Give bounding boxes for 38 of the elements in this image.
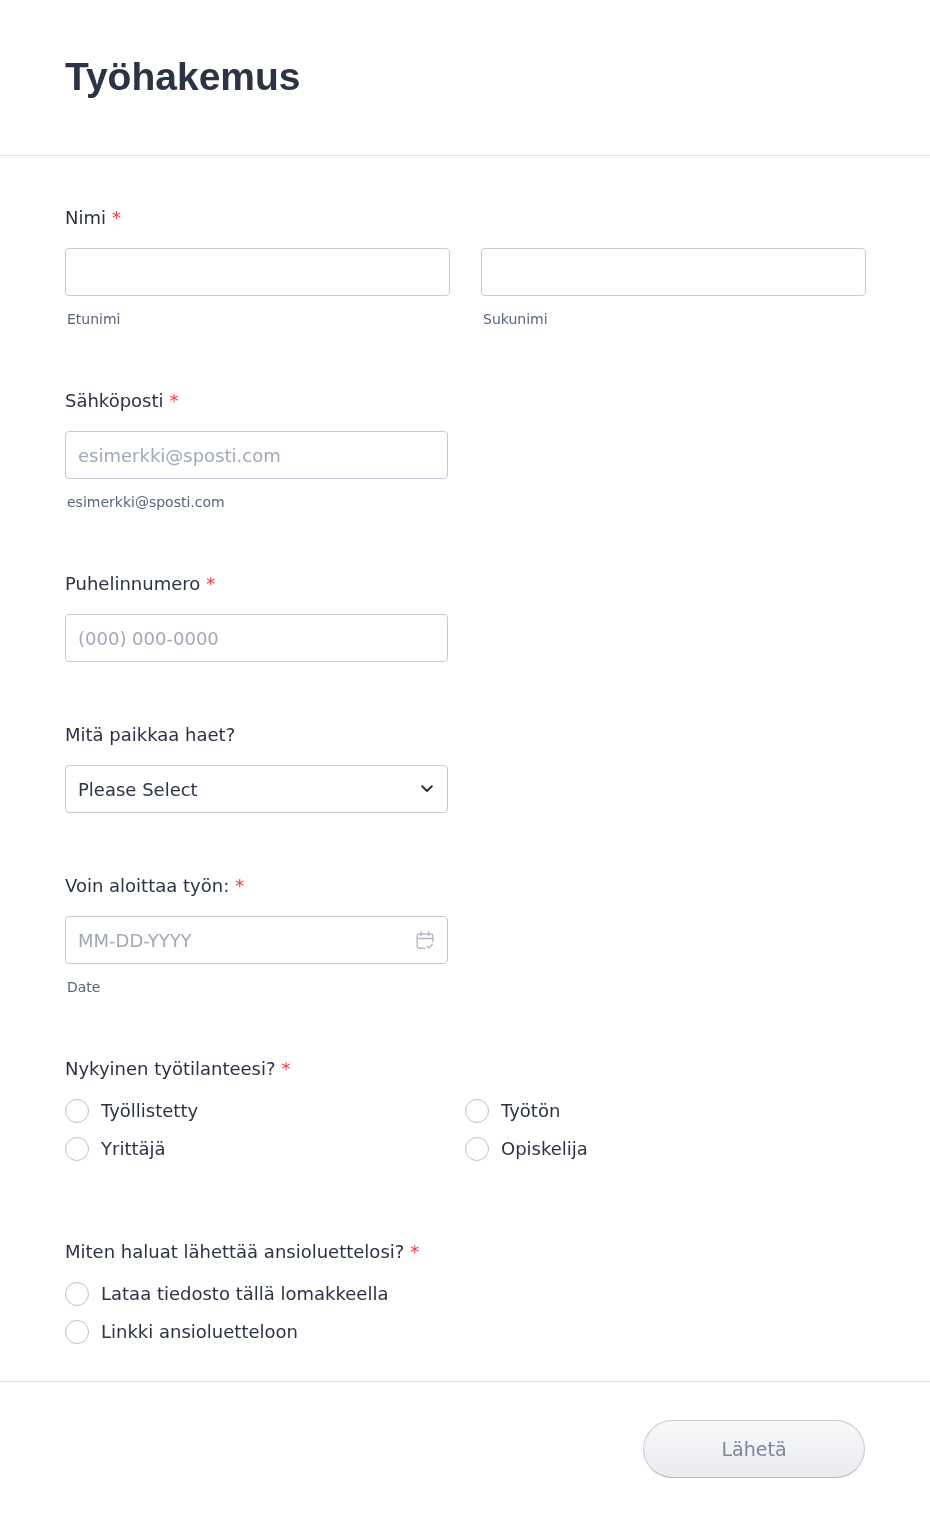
option-label[interactable]: Yrittäjä xyxy=(101,1137,166,1161)
radio-button[interactable] xyxy=(465,1137,489,1161)
option-label[interactable]: Työtön xyxy=(501,1099,561,1123)
text-input-field[interactable]: esimerkki@sposti.com xyxy=(65,431,448,479)
option-label[interactable]: Lataa tiedosto tällä lomakkeella xyxy=(101,1282,389,1306)
field-label: Nimi xyxy=(65,206,106,230)
radio-button[interactable] xyxy=(65,1137,89,1161)
dropdown-field[interactable]: Please Select xyxy=(65,765,448,813)
calendar-icon[interactable] xyxy=(416,931,434,950)
field-label: Voin aloittaa työn: xyxy=(65,874,230,898)
field-hint: esimerkki@sposti.com xyxy=(67,493,225,511)
field-label: Sähköposti xyxy=(65,389,164,413)
option-label[interactable]: Opiskelija xyxy=(501,1137,588,1161)
required-asterisk: * xyxy=(410,1240,420,1264)
text-input-field[interactable] xyxy=(481,248,866,296)
text-input-field[interactable]: (000) 000-0000 xyxy=(65,614,448,662)
radio-button[interactable] xyxy=(65,1099,89,1123)
field-label: Miten haluat lähettää ansioluettelosi? xyxy=(65,1240,405,1264)
option-label[interactable]: Työllistetty xyxy=(101,1099,199,1123)
required-asterisk: * xyxy=(112,206,121,230)
field-label: Mitä paikkaa haet? xyxy=(65,723,236,747)
text-input-field[interactable] xyxy=(65,248,450,296)
field-hint: Date xyxy=(67,978,101,996)
field-label: Puhelinnumero xyxy=(65,572,201,596)
required-asterisk: * xyxy=(206,572,216,596)
required-asterisk: * xyxy=(235,874,245,898)
field-hint: Etunimi xyxy=(67,310,121,328)
required-asterisk: * xyxy=(281,1057,291,1081)
radio-button[interactable] xyxy=(465,1099,489,1123)
field-hint: Sukunimi xyxy=(483,310,548,328)
field-label: Nykyinen työtilanteesi? xyxy=(65,1057,276,1081)
radio-button[interactable] xyxy=(65,1320,89,1344)
date-input-field[interactable]: MM-DD-YYYY xyxy=(65,916,448,964)
chevron-down-icon xyxy=(421,785,433,793)
radio-button[interactable] xyxy=(65,1282,89,1306)
form-title: Työhakemus xyxy=(65,54,301,100)
required-asterisk: * xyxy=(169,389,179,413)
option-label[interactable]: Linkki ansioluetteloon xyxy=(101,1320,298,1344)
